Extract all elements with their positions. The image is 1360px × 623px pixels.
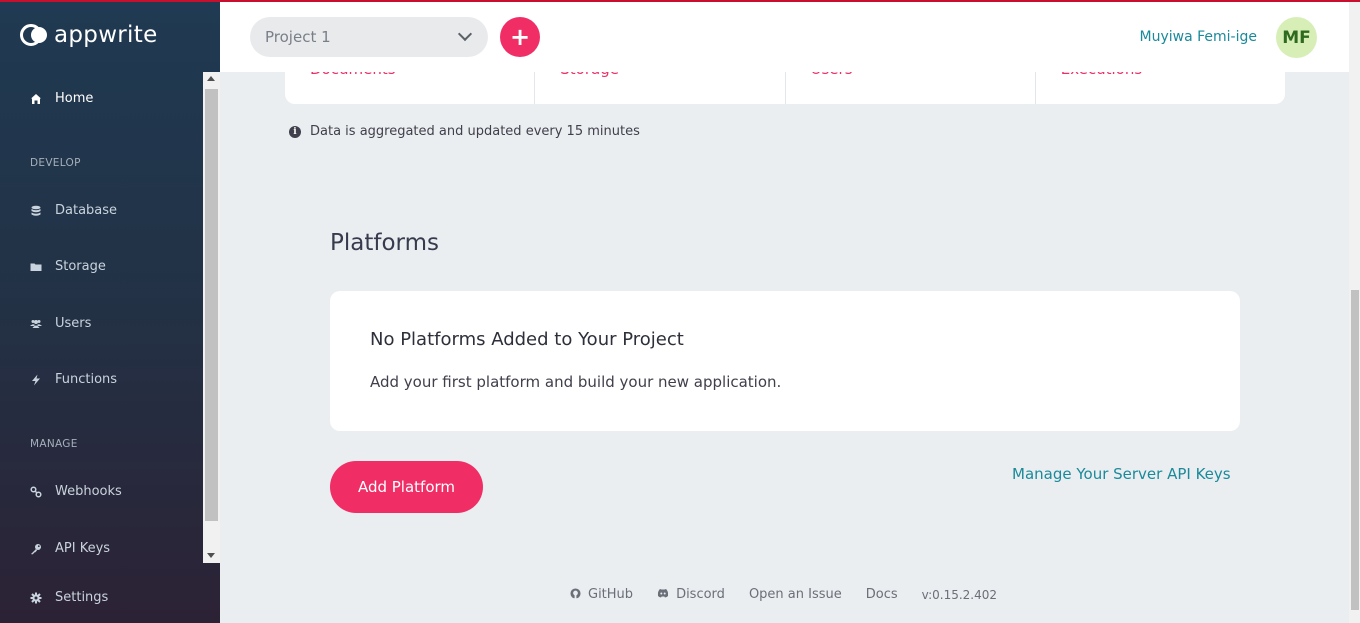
project-select-value: Project 1 — [265, 28, 331, 46]
user-name[interactable]: Muyiwa Femi-ige — [1140, 29, 1257, 45]
logo-text: appwrite — [54, 22, 158, 48]
chevron-down-icon — [457, 26, 473, 42]
appwrite-logo-icon — [20, 24, 50, 46]
sidebar-item-label: Database — [55, 203, 118, 218]
sidebar-item-label: Settings — [55, 590, 109, 605]
sidebar-item-storage[interactable]: Storage — [30, 259, 106, 274]
platforms-empty-text: Add your first platform and build your n… — [370, 373, 782, 391]
footer-issue-label: Open an Issue — [748, 587, 842, 602]
github-icon — [570, 587, 581, 602]
footer-open-issue-link[interactable]: Open an Issue — [749, 587, 842, 602]
main-scrollbar[interactable] — [1349, 2, 1360, 623]
info-icon: i — [289, 125, 301, 138]
manage-api-keys-link[interactable]: Manage Your Server API Keys — [1012, 465, 1231, 483]
platforms-empty-card: No Platforms Added to Your Project Add y… — [330, 291, 1240, 431]
sidebar-item-api-keys[interactable]: API Keys — [30, 541, 110, 556]
sidebar-item-label: Home — [55, 91, 94, 106]
sidebar: appwrite Home DEVELOP Database Storage U… — [0, 0, 220, 623]
section-manage: MANAGE — [30, 438, 78, 450]
aggregation-note: i Data is aggregated and updated every 1… — [289, 124, 640, 139]
platforms-title: Platforms — [330, 230, 439, 256]
sidebar-scrollbar[interactable] — [203, 72, 220, 563]
sidebar-scrollbar-thumb[interactable] — [205, 89, 218, 521]
sidebar-item-label: API Keys — [55, 541, 111, 556]
top-accent-line — [0, 0, 1360, 2]
database-icon — [30, 205, 42, 217]
gear-icon — [30, 592, 42, 604]
sidebar-item-home[interactable]: Home — [30, 91, 93, 106]
aggregation-note-text: Data is aggregated and updated every 15 … — [310, 124, 640, 139]
footer-version: v:0.15.2.402 — [921, 587, 998, 602]
footer: GitHub Discord Open an Issue Docs v:0.15… — [570, 587, 1021, 602]
avatar[interactable]: MF — [1276, 17, 1317, 58]
footer-discord-label: Discord — [676, 587, 725, 602]
footer-docs-label: Docs — [865, 587, 898, 602]
link-icon — [30, 485, 42, 498]
folder-icon — [30, 261, 42, 273]
sidebar-item-label: Functions — [55, 372, 118, 387]
top-header: Project 1 + Muyiwa Femi-ige MF — [220, 2, 1349, 72]
main-scrollbar-thumb[interactable] — [1351, 290, 1359, 610]
platforms-empty-title: No Platforms Added to Your Project — [370, 329, 684, 350]
footer-discord-link[interactable]: Discord — [657, 587, 725, 602]
sidebar-item-settings[interactable]: Settings — [30, 590, 108, 605]
add-project-button[interactable]: + — [500, 17, 540, 57]
discord-icon — [657, 588, 669, 601]
key-icon — [30, 543, 42, 555]
add-platform-button[interactable]: Add Platform — [330, 461, 483, 513]
sidebar-item-functions[interactable]: Functions — [30, 372, 117, 387]
home-icon — [30, 93, 42, 105]
scroll-down-arrow-icon[interactable] — [207, 553, 215, 558]
sidebar-item-label: Users — [55, 316, 92, 331]
sidebar-item-webhooks[interactable]: Webhooks — [30, 484, 122, 499]
section-develop: DEVELOP — [30, 157, 81, 169]
project-select[interactable]: Project 1 — [250, 17, 488, 57]
scroll-up-arrow-icon[interactable] — [207, 76, 215, 81]
sidebar-item-label: Webhooks — [55, 484, 122, 499]
sidebar-item-database[interactable]: Database — [30, 203, 117, 218]
bolt-icon — [30, 374, 42, 386]
sidebar-item-users[interactable]: Users — [30, 316, 91, 331]
sidebar-item-label: Storage — [55, 259, 106, 274]
footer-github-label: GitHub — [588, 587, 634, 602]
footer-docs-link[interactable]: Docs — [866, 587, 898, 602]
footer-github-link[interactable]: GitHub — [570, 587, 633, 602]
users-icon — [30, 318, 42, 330]
appwrite-logo[interactable]: appwrite — [20, 22, 158, 48]
